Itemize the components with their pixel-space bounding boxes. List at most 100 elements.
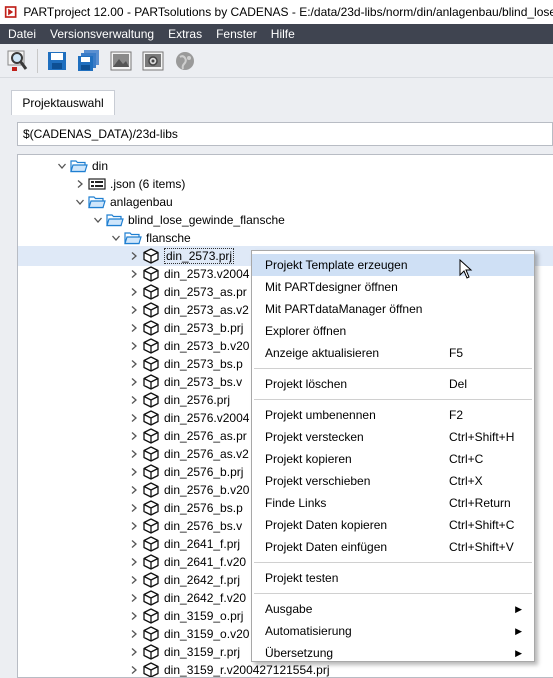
context-menu-item[interactable]: Automatisierung ▶ <box>252 620 534 642</box>
chevron-right-icon[interactable] <box>126 552 142 572</box>
chevron-right-icon[interactable] <box>126 354 142 374</box>
context-menu-item[interactable]: Projekt Daten kopieren Ctrl+Shift+C <box>252 514 534 536</box>
menu-item-label: Explorer öffnen <box>265 324 347 338</box>
part-cube-icon <box>142 534 160 554</box>
chevron-right-icon[interactable] <box>126 534 142 554</box>
chevron-right-icon[interactable] <box>126 498 142 518</box>
tree-item-label: din_2641_f.v20 <box>164 555 247 569</box>
part-cube-icon <box>142 516 160 536</box>
menu-fenster[interactable]: Fenster <box>209 24 264 44</box>
chevron-right-icon[interactable] <box>126 444 142 464</box>
chevron-down-icon[interactable] <box>90 210 106 230</box>
part-cube-icon <box>142 372 160 392</box>
context-menu-item[interactable]: Anzeige aktualisieren F5 <box>252 342 534 364</box>
part-cube-icon <box>142 642 160 662</box>
part-cube-icon <box>142 300 160 320</box>
chevron-right-icon[interactable] <box>126 516 142 536</box>
menu-item-label: Projekt Daten einfügen <box>265 540 388 554</box>
context-menu-item[interactable]: Projekt Template erzeugen <box>252 254 534 276</box>
context-menu-item[interactable]: Projekt verschieben Ctrl+X <box>252 470 534 492</box>
chevron-right-icon[interactable] <box>126 570 142 590</box>
chevron-right-icon[interactable] <box>126 408 142 428</box>
path-value: $(CADENAS_DATA)/23d-libs <box>23 127 178 141</box>
menu-item-label: Anzeige aktualisieren <box>265 346 380 360</box>
submenu-arrow-icon: ▶ <box>515 625 522 636</box>
chevron-right-icon[interactable] <box>126 264 142 284</box>
part-cube-icon <box>142 498 160 518</box>
chevron-right-icon[interactable] <box>126 372 142 392</box>
context-menu-item[interactable]: Projekt umbenennen F2 <box>252 404 534 426</box>
tree-item-label: din_2576_as.v2 <box>164 447 249 461</box>
chevron-right-icon[interactable] <box>126 282 142 302</box>
tree-item-label: din_2641_f.prj <box>164 537 241 551</box>
menu-hilfe[interactable]: Hilfe <box>264 24 302 44</box>
chevron-right-icon[interactable] <box>126 624 142 644</box>
context-menu-item[interactable]: Explorer öffnen <box>252 320 534 342</box>
menu-item-shortcut: Ctrl+Return <box>449 496 511 510</box>
menu-item-label: Finde Links <box>265 496 327 510</box>
chevron-right-icon[interactable] <box>126 660 142 677</box>
context-menu-item[interactable]: Projekt Daten einfügen Ctrl+Shift+V <box>252 536 534 558</box>
folder-open-icon <box>124 228 142 248</box>
image-button[interactable] <box>107 47 135 75</box>
context-menu-item[interactable]: Ausgabe ▶ <box>252 598 534 620</box>
chevron-right-icon[interactable] <box>126 390 142 410</box>
menu-extras[interactable]: Extras <box>161 24 209 44</box>
globe-button[interactable] <box>171 47 199 75</box>
tree-item-label: din_2573.prj <box>164 248 235 264</box>
tree-row[interactable]: din <box>18 156 553 176</box>
tree-row[interactable]: flansche <box>18 228 553 248</box>
context-menu-item[interactable]: Übersetzung ▶ <box>252 642 534 664</box>
menu-item-label: Projekt testen <box>265 571 339 585</box>
menu-item-label: Projekt verschieben <box>265 474 371 488</box>
tree-row[interactable]: blind_lose_gewinde_flansche <box>18 210 553 230</box>
context-menu-item[interactable]: Mit PARTdataManager öffnen <box>252 298 534 320</box>
part-cube-icon <box>142 624 160 644</box>
submenu-arrow-icon: ▶ <box>515 647 522 658</box>
chevron-right-icon[interactable] <box>126 246 142 266</box>
chevron-right-icon[interactable] <box>126 606 142 626</box>
context-menu-item[interactable]: Mit PARTdesigner öffnen <box>252 276 534 298</box>
chevron-right-icon[interactable] <box>126 480 142 500</box>
image-settings-icon <box>142 51 164 70</box>
search-button[interactable] <box>4 47 32 75</box>
chevron-right-icon[interactable] <box>126 462 142 482</box>
menu-versionsverwaltung[interactable]: Versionsverwaltung <box>43 24 161 44</box>
context-menu-item[interactable]: Projekt kopieren Ctrl+C <box>252 448 534 470</box>
chevron-right-icon[interactable] <box>126 336 142 356</box>
tree-row[interactable]: .json (6 items) <box>18 174 553 194</box>
chevron-right-icon[interactable] <box>126 318 142 338</box>
app-logo-icon <box>4 6 17 18</box>
tree-row[interactable]: anlagenbau <box>18 192 553 212</box>
menu-separator <box>254 368 532 369</box>
tree-item-label: din_3159_o.prj <box>164 609 244 623</box>
menu-datei[interactable]: Datei <box>0 24 43 44</box>
menu-item-label: Projekt Template erzeugen <box>265 258 408 272</box>
save-button[interactable] <box>43 47 71 75</box>
part-cube-icon <box>142 426 160 446</box>
menu-item-label: Automatisierung <box>265 624 352 638</box>
path-field[interactable]: $(CADENAS_DATA)/23d-libs <box>17 122 553 146</box>
menu-item-label: Projekt kopieren <box>265 452 352 466</box>
save-all-button[interactable] <box>75 47 103 75</box>
tab-label: Projektauswahl <box>22 96 104 110</box>
chevron-down-icon[interactable] <box>108 228 124 248</box>
part-cube-icon <box>142 660 160 677</box>
part-cube-icon <box>142 246 160 266</box>
menu-item-shortcut: Ctrl+Shift+C <box>449 518 515 532</box>
context-menu-item[interactable]: Finde Links Ctrl+Return <box>252 492 534 514</box>
part-cube-icon <box>142 390 160 410</box>
chevron-right-icon[interactable] <box>126 426 142 446</box>
chevron-down-icon[interactable] <box>54 156 70 176</box>
chevron-right-icon[interactable] <box>72 174 88 194</box>
chevron-down-icon[interactable] <box>72 192 88 212</box>
chevron-right-icon[interactable] <box>126 588 142 608</box>
context-menu-item[interactable]: Projekt testen <box>252 567 534 589</box>
chevron-right-icon[interactable] <box>126 300 142 320</box>
tab-projektauswahl[interactable]: Projektauswahl <box>11 90 115 115</box>
image-settings-button[interactable] <box>139 47 167 75</box>
context-menu-item[interactable]: Projekt verstecken Ctrl+Shift+H <box>252 426 534 448</box>
menu-separator <box>254 562 532 563</box>
chevron-right-icon[interactable] <box>126 642 142 662</box>
context-menu-item[interactable]: Projekt löschen Del <box>252 373 534 395</box>
